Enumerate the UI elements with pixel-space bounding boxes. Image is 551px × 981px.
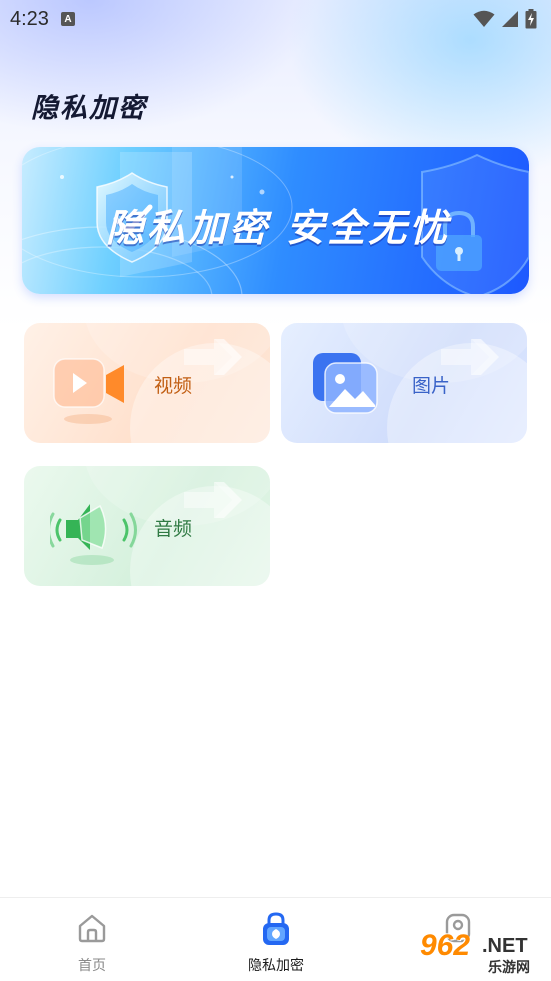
category-card-photo[interactable]: 图片 — [281, 323, 527, 443]
card-label-photo: 图片 — [412, 375, 451, 397]
nav-label-home: 首页 — [78, 958, 106, 974]
image-gallery-icon — [313, 353, 378, 414]
category-card-video[interactable]: 视频 — [24, 323, 270, 443]
card-label-video: 视频 — [154, 375, 193, 397]
wifi-icon — [473, 10, 495, 27]
arrow-right-icon — [441, 339, 499, 375]
card-label-audio: 音频 — [154, 518, 193, 540]
watermark-number: 962 — [420, 929, 471, 962]
speaker-icon — [50, 504, 137, 565]
promo-banner[interactable]: 隐私加密 安全无忧 — [22, 147, 529, 294]
nav-label-privacy: 隐私加密 — [248, 958, 304, 974]
watermark-site-name: 乐游网 — [488, 960, 530, 976]
site-watermark: 962 .NET 乐游网 — [412, 929, 546, 976]
category-card-audio[interactable]: 音频 — [24, 466, 270, 586]
battery-icon — [525, 9, 537, 29]
arrow-right-icon — [184, 482, 242, 518]
watermark-domain: .NET — [482, 935, 528, 957]
status-time: 4:23 — [10, 7, 49, 30]
signal-icon — [502, 11, 518, 27]
nav-item-privacy[interactable]: 隐私加密 — [216, 898, 336, 981]
banner-title: 隐私加密 安全无忧 — [106, 206, 451, 250]
status-bar: 4:23 A — [0, 0, 551, 38]
home-icon — [78, 914, 106, 943]
arrow-right-icon — [184, 339, 242, 375]
notification-icon: A — [60, 12, 75, 26]
page-title: 隐私加密 — [31, 93, 147, 124]
nav-item-home[interactable]: 首页 — [32, 898, 152, 981]
lock-icon — [263, 912, 289, 945]
video-camera-icon — [53, 358, 124, 424]
